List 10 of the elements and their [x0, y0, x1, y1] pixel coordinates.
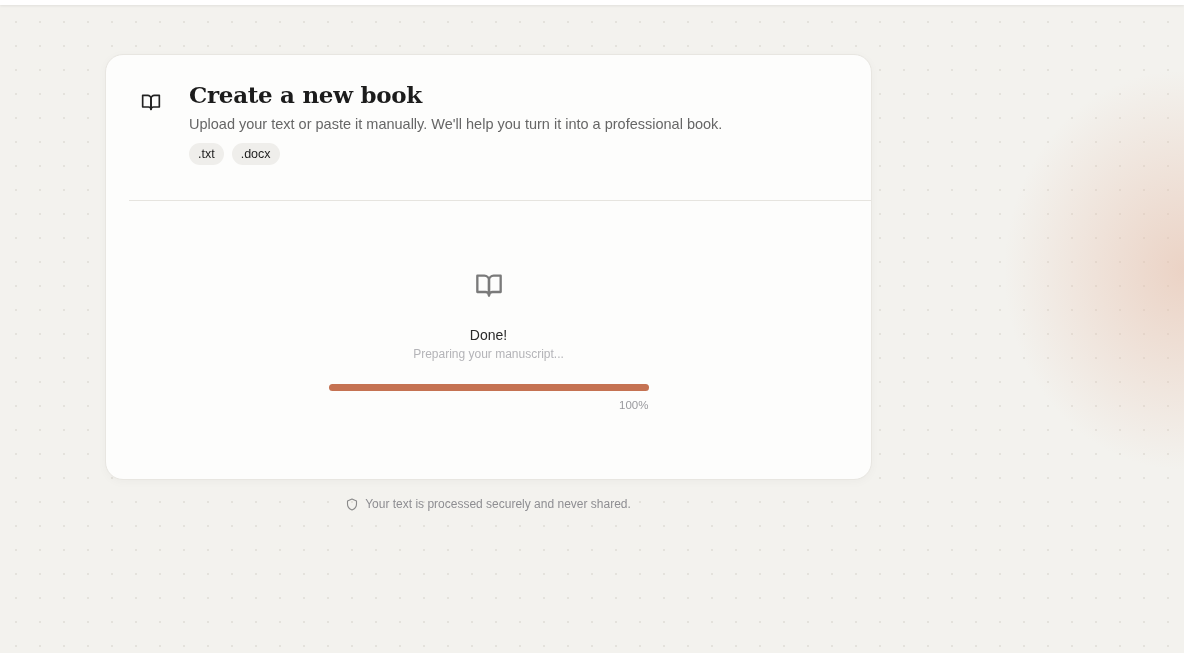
security-note: Your text is processed securely and never shared.: [365, 497, 631, 511]
status-message: Preparing your manuscript...: [413, 347, 564, 361]
progress-percent: 100%: [618, 399, 649, 411]
book-icon: [141, 92, 161, 112]
shield-icon: [346, 497, 359, 511]
page-title: Create a new book: [189, 80, 424, 110]
file-type-tag: .docx: [231, 143, 280, 165]
subtitle: Upload your text or paste it manually. We'll help you turn it into a professional book.: [189, 115, 723, 133]
file-type-tag: .txt: [189, 143, 224, 165]
status-title: Done!: [469, 327, 508, 343]
